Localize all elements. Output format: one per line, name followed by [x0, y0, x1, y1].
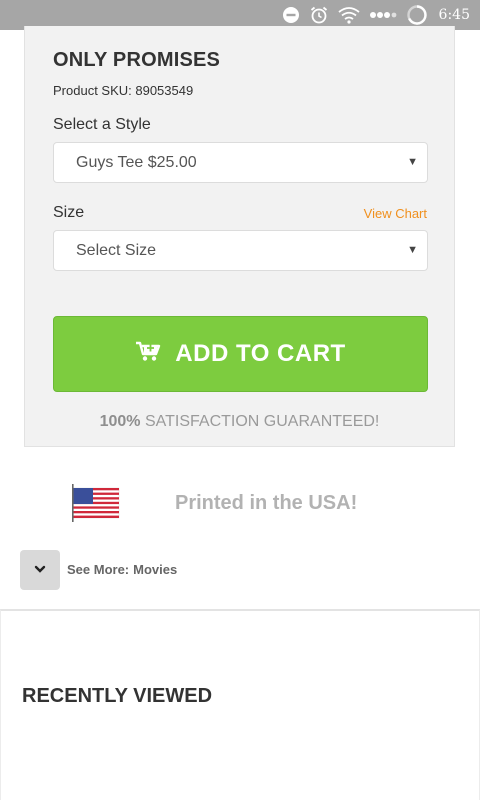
product-title: ONLY PROMISES [53, 49, 221, 71]
product-options-panel: ONLY PROMISES Product SKU: 89053549 Sele… [24, 26, 455, 447]
guarantee-text: SATISFACTION GUARANTEED! [140, 413, 380, 430]
style-select-value: Guys Tee $25.00 [76, 153, 197, 171]
cart-icon [135, 340, 161, 369]
alarm-icon [309, 5, 329, 25]
add-to-cart-button[interactable]: ADD TO CART [53, 316, 428, 392]
see-more-movies-link[interactable]: Movies [133, 562, 177, 577]
size-label: Size [53, 204, 85, 221]
satisfaction-guarantee: 100% SATISFACTION GUARANTEED! [25, 413, 454, 431]
size-select-value: Select Size [76, 241, 157, 259]
caret-down-icon: ▼ [407, 244, 418, 256]
chevron-down-icon [33, 561, 47, 579]
wifi-icon [337, 6, 360, 24]
style-select[interactable]: Guys Tee $25.00 ▼ [53, 142, 428, 183]
product-sku: Product SKU: 89053549 [53, 83, 194, 98]
recently-viewed-section: RECENTLY VIEWED [0, 609, 480, 800]
style-label: Select a Style [53, 116, 151, 133]
clock-time: 6:45 [438, 7, 470, 23]
do-not-disturb-icon [282, 6, 300, 24]
add-to-cart-label: ADD TO CART [175, 340, 346, 367]
size-select[interactable]: Select Size ▼ [53, 230, 428, 271]
guarantee-percent: 100% [99, 413, 141, 430]
printed-in-usa-text: Printed in the USA! [175, 492, 358, 514]
signal-dots-icon [369, 10, 397, 20]
see-more-toggle-button[interactable] [20, 550, 60, 590]
recently-viewed-title: RECENTLY VIEWED [22, 685, 213, 707]
see-more-row: See More: Movies [67, 562, 177, 577]
battery-loading-icon [406, 4, 428, 26]
usa-flag-icon [72, 484, 120, 522]
see-more-label: See More: [67, 562, 130, 577]
view-chart-link[interactable]: View Chart [364, 206, 427, 221]
caret-down-icon: ▼ [407, 156, 418, 168]
